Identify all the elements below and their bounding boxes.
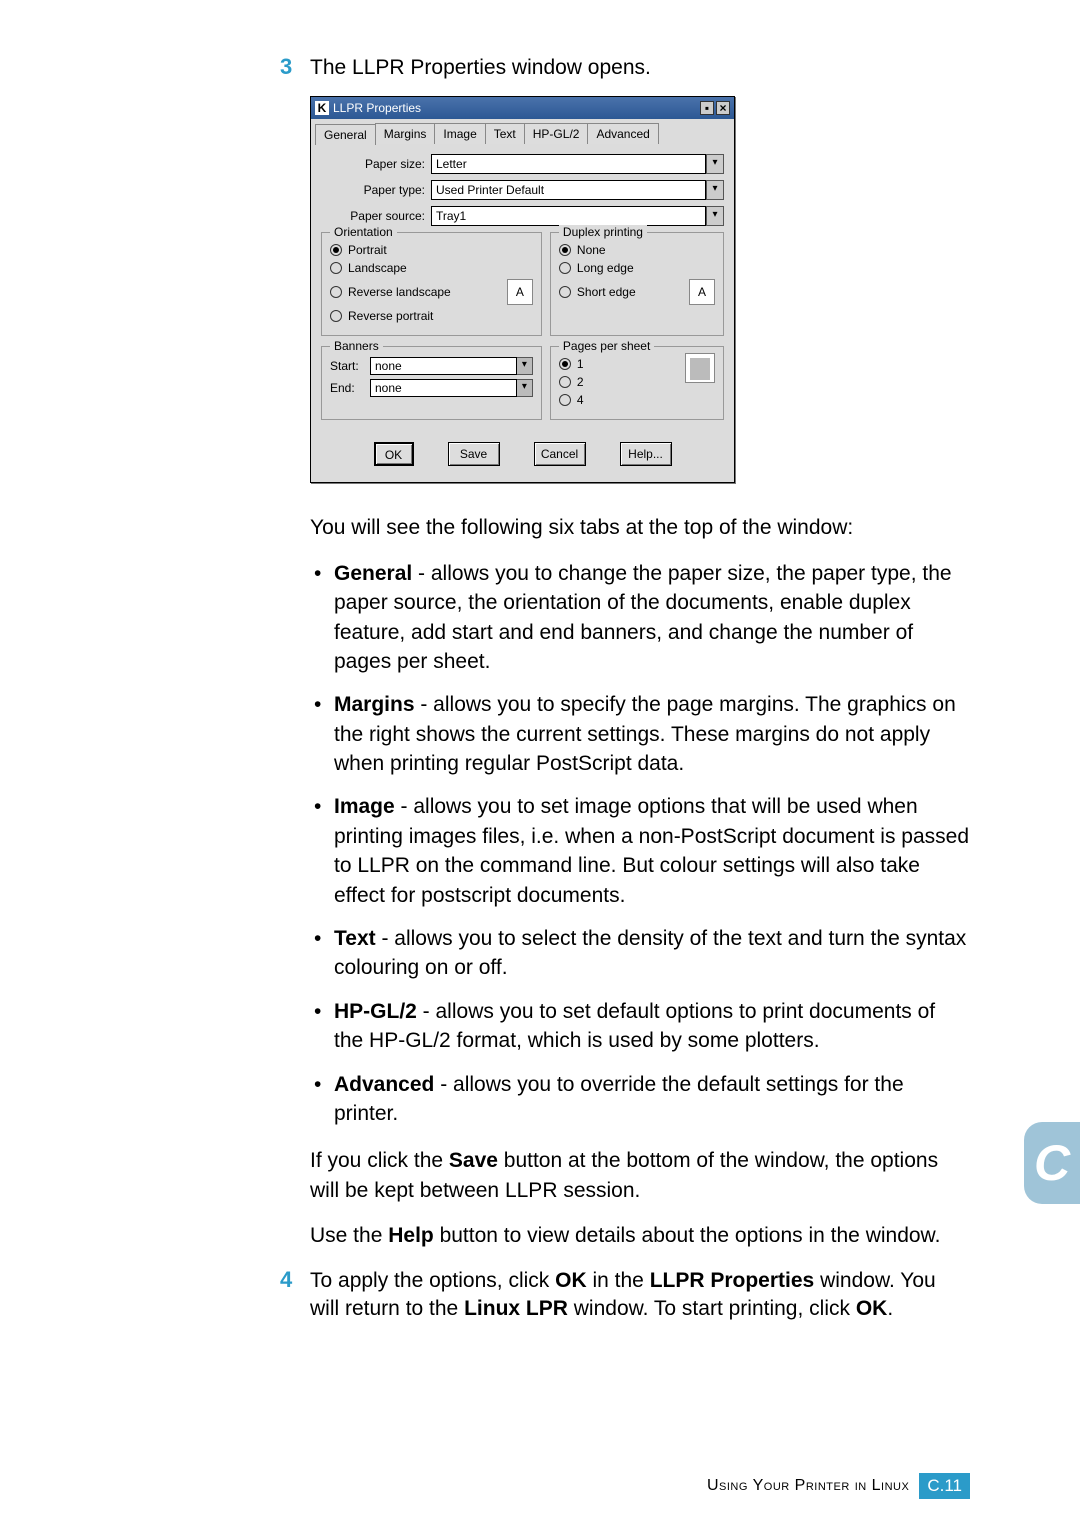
tab-descriptions-list: General - allows you to change the paper… [312,559,970,1129]
tab-text[interactable]: Text [485,123,525,144]
appendix-c-badge: C [1024,1122,1080,1204]
chevron-down-icon[interactable]: ▾ [706,206,724,226]
list-item: Advanced - allows you to override the de… [312,1070,970,1129]
tab-hpgl2[interactable]: HP-GL/2 [524,123,589,144]
chevron-down-icon[interactable]: ▾ [706,180,724,200]
window-titlebar: K LLPR Properties ▪ × [311,97,734,119]
close-icon[interactable]: × [716,101,730,115]
orientation-group: Orientation Portrait Landscape Reverse l… [321,232,542,336]
radio-pps-2[interactable]: 2 [559,375,675,389]
paper-type-select[interactable]: Used Printer Default [431,180,706,200]
help-button[interactable]: Help... [620,442,672,466]
step-4-number: 4 [280,1267,310,1293]
tab-general[interactable]: General [315,124,376,145]
step-3-text: The LLPR Properties window opens. [310,54,651,82]
radio-duplex-short[interactable]: Short edgeA [559,279,715,305]
step-4: 4 To apply the options, click OK in the … [280,1267,970,1324]
orientation-preview: A [507,279,533,305]
footer-page-number: C.11 [919,1473,970,1499]
llpr-properties-dialog: K LLPR Properties ▪ × General Margins Im… [310,96,735,483]
dialog-buttons: OK Save Cancel Help... [311,430,734,482]
dialog-body: Paper size: Letter ▾ Paper type: Used Pr… [311,144,734,430]
radio-reverse-portrait[interactable]: Reverse portrait [330,309,533,323]
list-item: General - allows you to change the paper… [312,559,970,677]
banners-label: Banners [330,339,383,353]
tab-margins[interactable]: Margins [375,123,436,144]
help-note: Use the Help button to view details abou… [310,1221,970,1250]
list-item: Text - allows you to select the density … [312,924,970,983]
tab-advanced[interactable]: Advanced [587,123,658,144]
banners-start-label: Start: [330,359,370,373]
orientation-label: Orientation [330,225,397,239]
step-3: 3 The LLPR Properties window opens. [280,54,970,82]
duplex-preview: A [689,279,715,305]
paper-type-label: Paper type: [321,183,431,197]
pages-per-sheet-group: Pages per sheet 1 2 4 [550,346,724,420]
pps-label: Pages per sheet [559,339,654,353]
chevron-down-icon[interactable]: ▾ [517,357,533,375]
paper-source-label: Paper source: [321,209,431,223]
chevron-down-icon[interactable]: ▾ [706,154,724,174]
tab-bar: General Margins Image Text HP-GL/2 Advan… [311,119,734,144]
paper-size-select[interactable]: Letter [431,154,706,174]
save-note: If you click the Save button at the bott… [310,1146,970,1205]
paper-size-label: Paper size: [321,157,431,171]
app-k-icon: K [315,101,329,115]
paper-source-select[interactable]: Tray1 [431,206,706,226]
tab-image[interactable]: Image [434,123,485,144]
ok-button[interactable]: OK [374,442,414,466]
minimize-icon[interactable]: ▪ [700,101,714,115]
tabs-intro-text: You will see the following six tabs at t… [310,513,970,542]
pps-preview-icon [685,353,715,383]
banners-group: Banners Start: none ▾ End: none ▾ [321,346,542,420]
list-item: Margins - allows you to specify the page… [312,690,970,778]
banners-start-select[interactable]: none [370,357,517,375]
footer-label: Using Your Printer in Linux [707,1477,909,1495]
radio-pps-1[interactable]: 1 [559,357,675,371]
window-title: LLPR Properties [333,101,421,115]
step-3-number: 3 [280,54,310,80]
radio-landscape[interactable]: Landscape [330,261,533,275]
duplex-label: Duplex printing [559,225,647,239]
list-item: Image - allows you to set image options … [312,792,970,910]
list-item: HP-GL/2 - allows you to set default opti… [312,997,970,1056]
radio-duplex-none[interactable]: None [559,243,715,257]
radio-portrait[interactable]: Portrait [330,243,533,257]
chevron-down-icon[interactable]: ▾ [517,379,533,397]
banners-end-label: End: [330,381,370,395]
radio-pps-4[interactable]: 4 [559,393,675,407]
banners-end-select[interactable]: none [370,379,517,397]
radio-reverse-landscape[interactable]: Reverse landscapeA [330,279,533,305]
radio-duplex-long[interactable]: Long edge [559,261,715,275]
duplex-group: Duplex printing None Long edge Short edg… [550,232,724,336]
cancel-button[interactable]: Cancel [534,442,586,466]
page-footer: Using Your Printer in Linux C.11 [707,1473,970,1499]
save-button[interactable]: Save [448,442,500,466]
step-4-text: To apply the options, click OK in the LL… [310,1267,970,1324]
